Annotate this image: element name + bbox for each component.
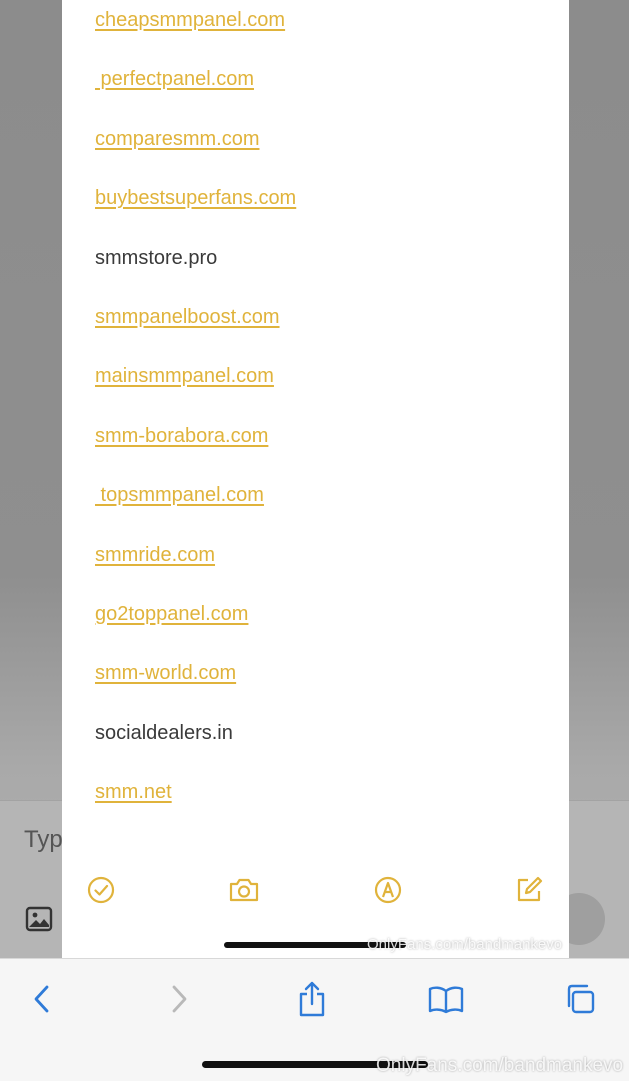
share-button[interactable] <box>290 977 334 1021</box>
compose-placeholder: Typ <box>24 826 63 853</box>
list-item[interactable]: smm-world.com <box>95 661 236 685</box>
list-item[interactable]: smmride.com <box>95 543 215 567</box>
list-item[interactable]: cheapsmmpanel.com <box>95 8 285 32</box>
watermark: OnlyFans.com/bandmankevo <box>367 936 563 953</box>
list-item[interactable]: smm-borabora.com <box>95 424 268 448</box>
list-item[interactable]: smmpanelboost.com <box>95 305 280 329</box>
note-sheet: cheapsmmpanel.com perfectpanel.com compa… <box>62 0 569 958</box>
list-item[interactable]: smm.net <box>95 780 172 804</box>
tabs-icon <box>567 984 595 1014</box>
list-item[interactable]: mainsmmpanel.com <box>95 364 274 388</box>
list-item[interactable]: go2toppanel.com <box>95 602 248 626</box>
list-item[interactable]: buybestsuperfans.com <box>95 186 296 210</box>
back-button[interactable] <box>20 977 64 1021</box>
markup-icon[interactable] <box>368 870 408 910</box>
list-item[interactable]: comparesmm.com <box>95 127 259 151</box>
share-icon <box>299 981 325 1017</box>
bookmarks-button[interactable] <box>424 977 468 1021</box>
list-item[interactable]: topsmmpanel.com <box>95 483 264 507</box>
camera-icon[interactable] <box>224 870 264 910</box>
checklist-icon[interactable] <box>81 870 121 910</box>
list-item: socialdealers.in <box>95 721 233 744</box>
compose-icon[interactable] <box>509 870 549 910</box>
list-item: smmstore.pro <box>95 246 218 269</box>
tabs-button[interactable] <box>558 977 602 1021</box>
list-item[interactable]: perfectpanel.com <box>95 67 254 91</box>
bookmarks-icon <box>428 986 464 1014</box>
image-icon <box>25 905 53 933</box>
forward-icon <box>172 985 187 1013</box>
note-toolbar <box>62 870 569 910</box>
back-icon <box>34 985 49 1013</box>
forward-button[interactable] <box>157 977 201 1021</box>
watermark-bottom: OnlyFans.com/bandmankevo <box>376 1055 624 1076</box>
